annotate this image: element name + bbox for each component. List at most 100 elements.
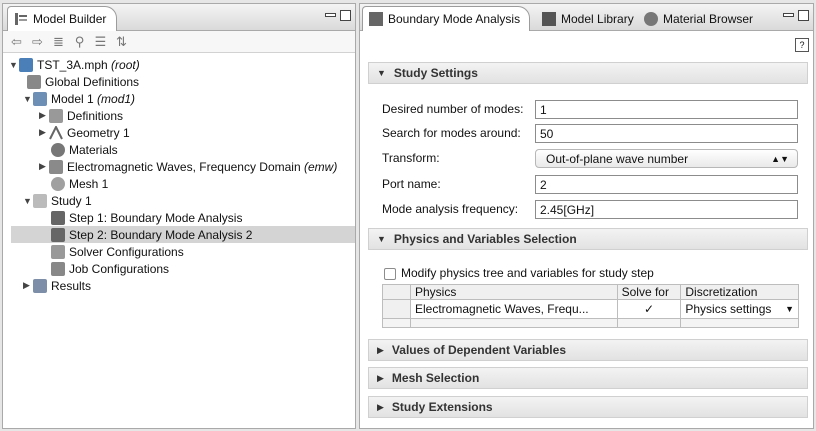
section-title: Mesh Selection <box>391 371 480 385</box>
tab-material-browser[interactable]: Material Browser <box>638 6 759 31</box>
study-settings-header[interactable]: ▼ Study Settings <box>368 62 808 84</box>
tree-node-label: Mesh 1 <box>69 176 109 191</box>
show-icon[interactable]: ⚲ <box>72 34 87 50</box>
tab-model-builder[interactable]: Model Builder <box>7 6 117 31</box>
tree-node-label: Job Configurations <box>69 261 170 276</box>
geometry-icon <box>49 124 63 140</box>
tree-node-label: Definitions <box>67 108 124 123</box>
study-extensions-header[interactable]: ▶ Study Extensions <box>368 396 808 418</box>
discretization-dropdown[interactable]: Physics settings ▼ <box>680 299 799 319</box>
search-modes-input[interactable]: 50 <box>535 124 798 143</box>
tree-node-study[interactable]: ▼ Study 1 <box>23 192 92 209</box>
tree-node-step-1[interactable]: Step 1: Boundary Mode Analysis <box>51 209 242 226</box>
settings-panel: Boundary Mode Analysis Model Library Mat… <box>359 3 814 429</box>
tree-node-solver-configurations[interactable]: Solver Configurations <box>51 243 184 260</box>
tree-node-suffix: (root) <box>111 57 140 72</box>
desired-modes-input[interactable]: 1 <box>535 100 798 119</box>
tab-model-library[interactable]: Model Library <box>536 6 640 31</box>
back-arrow-icon[interactable]: ⇦ <box>9 34 24 50</box>
modify-physics-checkbox[interactable] <box>384 268 396 280</box>
model-builder-icon <box>14 12 28 26</box>
search-modes-label: Search for modes around: <box>382 126 521 140</box>
solve-for-checkmark-icon[interactable]: ✓ <box>616 299 682 319</box>
tree-node-label: Electromagnetic Waves, Frequency Domain <box>67 159 301 174</box>
column-header-discretization[interactable]: Discretization <box>680 284 799 300</box>
collapsed-arrow-icon[interactable]: ▶ <box>39 161 49 172</box>
tree-node-job-configurations[interactable]: Job Configurations <box>51 260 169 277</box>
maximize-icon[interactable] <box>340 10 351 21</box>
tree-node-label: Results <box>51 278 92 293</box>
transform-select[interactable]: Out-of-plane wave number ▲▼ <box>535 149 798 168</box>
window-controls <box>783 10 809 21</box>
collapse-icon[interactable]: ≣ <box>51 34 66 50</box>
tree-node-suffix: (mod1) <box>97 91 136 106</box>
study-icon <box>33 193 47 208</box>
minimize-icon[interactable] <box>325 13 336 17</box>
tree-node-label: Solver Configurations <box>69 244 184 259</box>
select-caret-icon: ▲▼ <box>771 153 789 164</box>
expand-icon[interactable]: ☰ <box>93 34 108 50</box>
global-definitions-icon <box>27 74 41 89</box>
definitions-icon <box>49 108 63 123</box>
port-name-input[interactable]: 2 <box>535 175 798 194</box>
collapsed-triangle-icon: ▶ <box>377 401 384 412</box>
discretization-value: Physics settings <box>685 302 772 316</box>
sort-icon[interactable]: ⇅ <box>114 34 129 50</box>
section-title: Study Settings <box>393 66 478 80</box>
table-header-row: Physics Solve for Discretization <box>382 284 799 300</box>
collapsed-arrow-icon[interactable]: ▶ <box>39 110 49 121</box>
settings-tabbar: Boundary Mode Analysis Model Library Mat… <box>360 4 813 31</box>
expanded-arrow-icon[interactable]: ▼ <box>23 196 33 206</box>
tree-node-global-definitions[interactable]: Global Definitions <box>27 73 139 90</box>
expanded-arrow-icon[interactable]: ▼ <box>23 94 33 104</box>
section-title: Values of Dependent Variables <box>391 343 566 357</box>
forward-arrow-icon[interactable]: ⇨ <box>30 34 45 50</box>
tab-label: Model Library <box>561 11 634 26</box>
material-browser-icon <box>644 11 658 26</box>
tree-node-label: Materials <box>69 142 118 157</box>
tree-node-physics[interactable]: ▶ Electromagnetic Waves, Frequency Domai… <box>39 158 337 175</box>
physics-selection-header[interactable]: ▼ Physics and Variables Selection <box>368 228 808 250</box>
expanded-triangle-icon: ▼ <box>377 68 386 78</box>
dropdown-arrow-icon: ▼ <box>785 304 794 314</box>
maximize-icon[interactable] <box>798 10 809 21</box>
expanded-arrow-icon[interactable]: ▼ <box>9 60 19 70</box>
tree-node-results[interactable]: ▶ Results <box>23 277 91 294</box>
tab-label: Model Builder <box>33 12 107 26</box>
tree-node-suffix: (emw) <box>304 159 338 174</box>
tree-node-model[interactable]: ▼ Model 1 (mod1) <box>23 90 135 107</box>
tree-node-definitions[interactable]: ▶ Definitions <box>39 107 123 124</box>
tree-node-root[interactable]: ▼ TST_3A.mph (root) <box>9 56 140 73</box>
collapsed-arrow-icon[interactable]: ▶ <box>39 127 49 138</box>
tree-node-geometry[interactable]: ▶ Geometry 1 <box>39 124 130 141</box>
table-empty-row <box>382 318 799 328</box>
model-builder-panel: Model Builder ⇦ ⇨ ≣ ⚲ ☰ ⇅ ▼ TST_3A.mph (… <box>2 3 356 429</box>
collapsed-triangle-icon: ▶ <box>377 372 384 383</box>
tab-boundary-mode-analysis[interactable]: Boundary Mode Analysis <box>362 6 530 31</box>
dependent-variables-header[interactable]: ▶ Values of Dependent Variables <box>368 339 808 361</box>
tree-node-label: Geometry 1 <box>67 125 130 140</box>
study-step-icon <box>369 12 383 26</box>
collapsed-arrow-icon[interactable]: ▶ <box>23 280 33 291</box>
tree-node-step-2[interactable]: Step 2: Boundary Mode Analysis 2 <box>11 226 355 243</box>
physics-icon <box>49 159 63 174</box>
tab-label: Boundary Mode Analysis <box>388 12 521 26</box>
tree-node-mesh[interactable]: Mesh 1 <box>51 175 108 192</box>
port-name-label: Port name: <box>382 177 441 191</box>
tree-node-label: Step 1: Boundary Mode Analysis <box>69 210 243 225</box>
library-icon <box>542 11 556 26</box>
tree-node-label: Step 2: Boundary Mode Analysis 2 <box>69 227 253 242</box>
tree-node-label: Global Definitions <box>45 74 140 89</box>
desired-modes-label: Desired number of modes: <box>382 102 524 116</box>
minimize-icon[interactable] <box>783 13 794 17</box>
mode-frequency-input[interactable]: 2.45[GHz] <box>535 200 798 219</box>
table-row[interactable]: Electromagnetic Waves, Frequ... ✓ Physic… <box>382 299 799 319</box>
help-icon[interactable]: ? <box>795 38 809 52</box>
column-header-solve-for[interactable]: Solve for <box>616 284 682 300</box>
mode-frequency-label: Mode analysis frequency: <box>382 202 519 216</box>
mesh-selection-header[interactable]: ▶ Mesh Selection <box>368 367 808 389</box>
transform-label: Transform: <box>382 151 440 165</box>
column-header-physics[interactable]: Physics <box>410 284 618 300</box>
job-icon <box>51 261 65 276</box>
tree-node-materials[interactable]: Materials <box>51 141 118 158</box>
